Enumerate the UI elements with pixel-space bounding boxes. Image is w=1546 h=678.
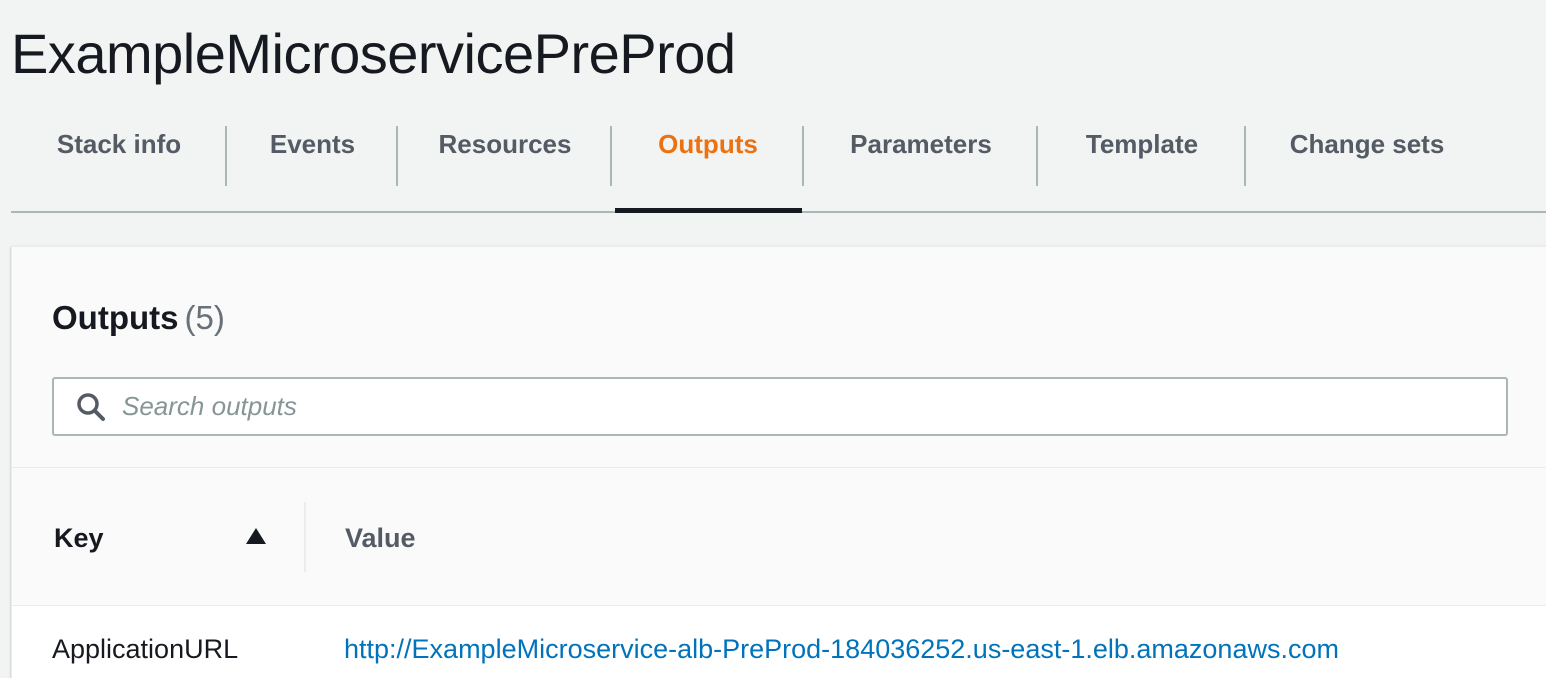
tab-stack-info[interactable]: Stack info bbox=[11, 122, 227, 211]
tab-label: Outputs bbox=[658, 129, 758, 159]
tab-resources[interactable]: Resources bbox=[398, 122, 612, 211]
page: ExampleMicroservicePreProd Stack info Ev… bbox=[0, 0, 1546, 678]
column-header-key[interactable]: Key bbox=[54, 523, 104, 554]
tab-parameters[interactable]: Parameters bbox=[804, 122, 1038, 211]
output-key: ApplicationURL bbox=[52, 634, 239, 664]
table-header: Key Value bbox=[12, 468, 1546, 606]
tab-events[interactable]: Events bbox=[227, 122, 398, 211]
tab-label: Parameters bbox=[850, 129, 992, 159]
column-header-value[interactable]: Value bbox=[345, 523, 416, 554]
outputs-heading: Outputs (5) bbox=[52, 299, 225, 337]
tab-change-sets[interactable]: Change sets bbox=[1246, 122, 1488, 211]
tab-template[interactable]: Template bbox=[1038, 122, 1246, 211]
tab-label: Template bbox=[1085, 129, 1199, 159]
table-row: ApplicationURL http://ExampleMicroservic… bbox=[12, 606, 1546, 678]
tab-label: Events bbox=[269, 129, 356, 159]
outputs-count: (5) bbox=[184, 299, 225, 336]
outputs-heading-label: Outputs bbox=[52, 299, 179, 336]
tab-bar: Stack info Events Resources Outputs Para… bbox=[11, 122, 1546, 213]
column-divider[interactable] bbox=[304, 502, 306, 572]
tab-label: Stack info bbox=[56, 129, 182, 159]
sort-ascending-icon[interactable] bbox=[246, 528, 266, 544]
tab-outputs[interactable]: Outputs bbox=[612, 122, 804, 213]
tab-label: Change sets bbox=[1289, 129, 1445, 159]
search-box[interactable] bbox=[52, 377, 1508, 436]
tab-label: Resources bbox=[438, 129, 572, 159]
page-title: ExampleMicroservicePreProd bbox=[11, 22, 736, 85]
output-value-link[interactable]: http://ExampleMicroservice-alb-PreProd-1… bbox=[344, 634, 1339, 665]
search-input[interactable] bbox=[122, 391, 1482, 422]
outputs-panel: Outputs(5) Key Value ApplicationUR bbox=[11, 246, 1546, 678]
search-icon bbox=[74, 390, 108, 424]
outputs-table: Key Value ApplicationURL http://ExampleM… bbox=[12, 467, 1546, 678]
